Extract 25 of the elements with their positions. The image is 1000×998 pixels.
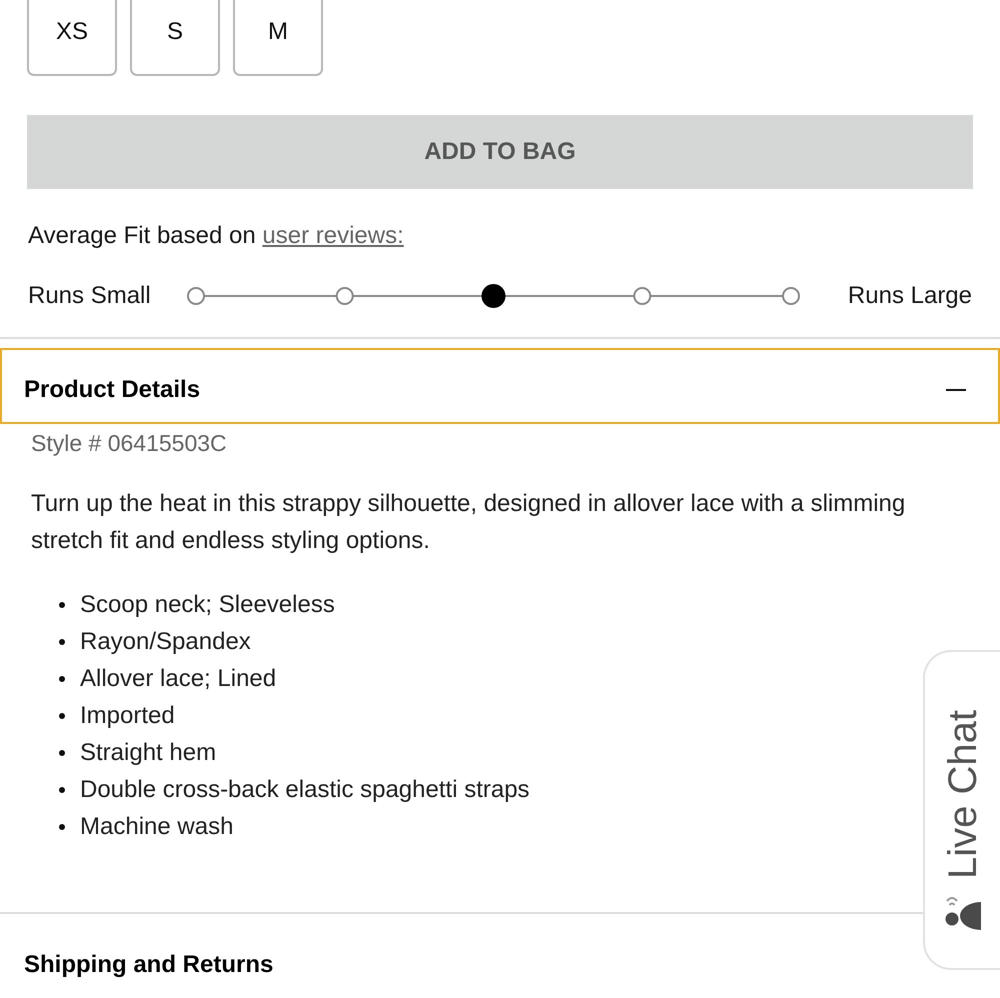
bullet-icon (59, 750, 65, 756)
accordion-header[interactable]: Product Details (0, 348, 1000, 424)
fit-summary-text: Average Fit based on user reviews: (28, 221, 405, 251)
bullet-icon (59, 824, 65, 830)
description-text: Turn up the heat in this strappy silhouette, designed in allover lace with a slimming stretch fit and endless styling options. (31, 489, 906, 556)
bullet-icon (59, 602, 65, 608)
bullet-icon (59, 786, 65, 792)
feature-text: Allover lace; Lined (80, 664, 276, 692)
feature-text: Imported (80, 702, 175, 730)
bullet-icon (59, 638, 65, 644)
user-reviews-link[interactable]: user reviews: (262, 222, 404, 249)
bullet-icon (59, 676, 65, 682)
bullet-icon (59, 712, 65, 718)
feature-text: Straight hem (80, 738, 216, 766)
feature-text: Rayon/Spandex (80, 628, 251, 656)
size-button[interactable]: S (130, 0, 220, 76)
feature-text: Machine wash (80, 812, 234, 840)
style-number-text: Style # 06415503C (31, 429, 228, 457)
runs-small-label: Runs Small (28, 282, 151, 310)
feature-text: Double cross-back elastic spaghetti straps (80, 776, 530, 804)
runs-large-label: Runs Large (848, 282, 972, 310)
size-button[interactable]: M (233, 0, 323, 76)
live-chat-tab[interactable]: Live Chat (923, 650, 1000, 970)
size-button[interactable]: XS (27, 0, 117, 76)
feature-text: Scoop neck; Sleeveless (80, 590, 335, 618)
